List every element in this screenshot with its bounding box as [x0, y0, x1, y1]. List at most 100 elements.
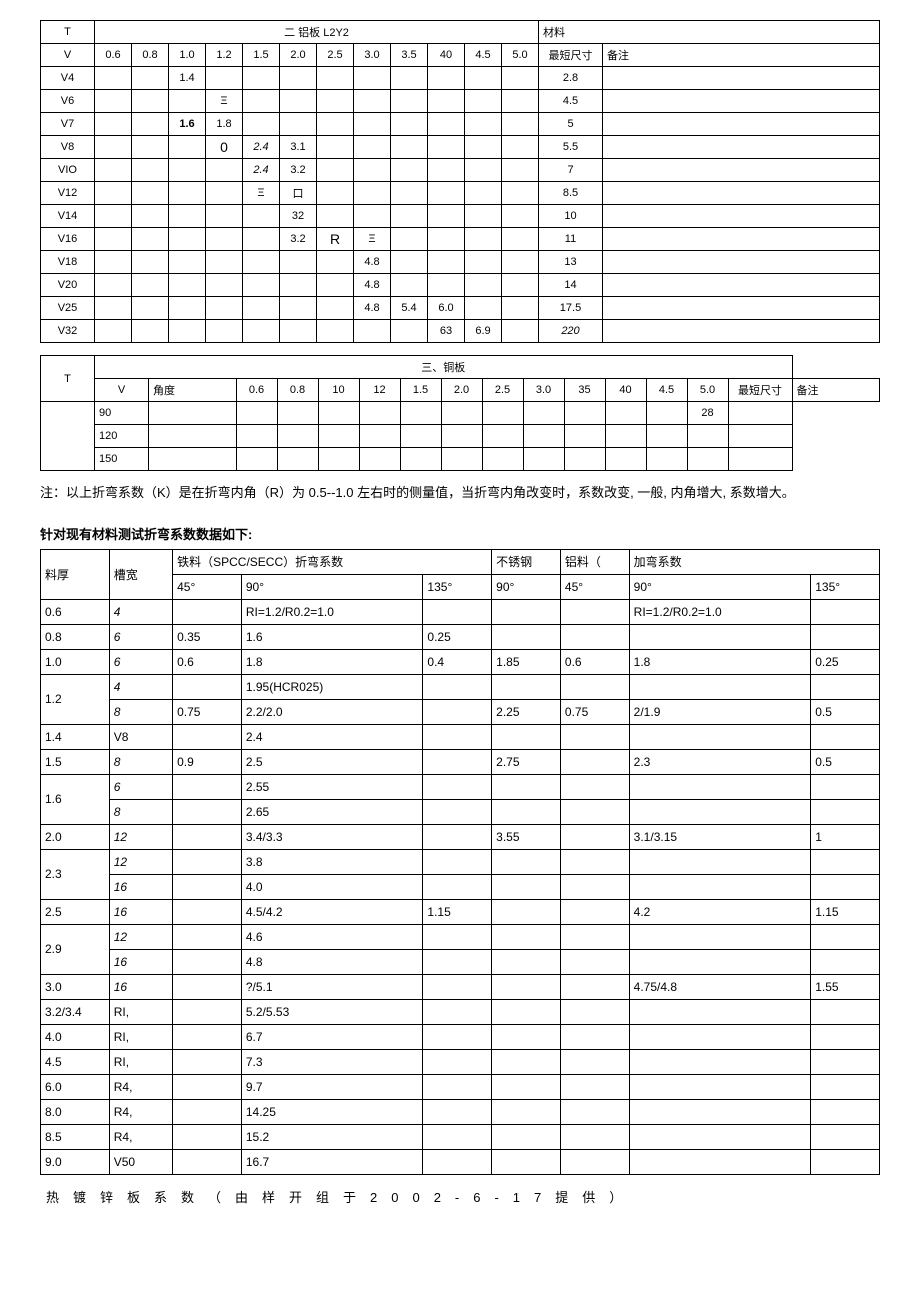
t3-cell: [560, 1099, 629, 1124]
t2-cell: [359, 448, 400, 471]
t2-cell: [482, 425, 523, 448]
t3-groove: RI,: [109, 999, 172, 1024]
t3-groove: RI,: [109, 1024, 172, 1049]
t3-cell: [629, 949, 811, 974]
t1-cell: [465, 274, 502, 297]
t3-cell: [629, 1024, 811, 1049]
t3-cell: 7.3: [241, 1049, 423, 1074]
t1-min: 5.5: [539, 136, 603, 159]
t1-cell: [428, 205, 465, 228]
t3-iron-hdr: 铁料（SPCC/SECC）折弯系数: [173, 549, 492, 574]
t1-col-hdr: 0.8: [132, 44, 169, 67]
t2-cell: [482, 448, 523, 471]
t2-bz: [728, 402, 792, 425]
t1-col-hdr: 2.0: [280, 44, 317, 67]
t3-cell: [492, 899, 561, 924]
t3-groove: R4,: [109, 1099, 172, 1124]
t1-bz-hdr: 备注: [603, 44, 880, 67]
t1-cell: 口: [280, 182, 317, 205]
t3-cell: [173, 724, 242, 749]
t3-cell: 2.3: [629, 749, 811, 774]
t1-cell: 0: [206, 136, 243, 159]
coefficient-table: 料厚 槽宽 铁料（SPCC/SECC）折弯系数 不锈钢 铝料（ 加弯系数 45°…: [40, 549, 880, 1175]
t1-cell: [132, 320, 169, 343]
t1-cell: [243, 228, 280, 251]
t2-min: [687, 425, 728, 448]
t1-row-label: V25: [41, 297, 95, 320]
t3-cell: [492, 949, 561, 974]
t2-cell: [646, 448, 687, 471]
footer-text: 热镀锌板系数（由样开组于2002-6-17提供）: [40, 1187, 880, 1206]
t3-cell: 0.75: [560, 699, 629, 724]
t3-cell: [560, 949, 629, 974]
t3-cell: 1.55: [811, 974, 880, 999]
t1-cell: [465, 90, 502, 113]
t2-col-hdr: 40: [605, 379, 646, 402]
t1-cell: [391, 182, 428, 205]
t1-row-label: V14: [41, 205, 95, 228]
t1-cell: [391, 274, 428, 297]
t1-col-hdr: 4.5: [465, 44, 502, 67]
t3-cell: [173, 799, 242, 824]
t2-angle: 150: [95, 448, 149, 471]
t3-cell: [629, 1074, 811, 1099]
t1-cell: [465, 228, 502, 251]
t3-cell: 2.2/2.0: [241, 699, 423, 724]
t1-cell: [169, 90, 206, 113]
t3-thickness: 8.0: [41, 1099, 110, 1124]
t1-cell: [206, 320, 243, 343]
t1-t-header: T: [41, 21, 95, 44]
t3-cell: 1.15: [811, 899, 880, 924]
t1-cell: [317, 274, 354, 297]
t3-cell: [423, 849, 492, 874]
t3-cell: [629, 924, 811, 949]
t3-cell: 14.25: [241, 1099, 423, 1124]
t3-thickness: 2.9: [41, 924, 110, 974]
t3-cell: [811, 799, 880, 824]
t1-cell: 2.4: [243, 136, 280, 159]
t3-groove: RI,: [109, 1049, 172, 1074]
t3-cell: [811, 1124, 880, 1149]
t3-cell: [173, 824, 242, 849]
t3-cell: [811, 849, 880, 874]
t1-cell: [206, 67, 243, 90]
t2-v: V: [95, 379, 149, 402]
t3-cell: [173, 1024, 242, 1049]
t3-thickness: 4.5: [41, 1049, 110, 1074]
t1-cell: [391, 90, 428, 113]
t1-cell: [243, 205, 280, 228]
t3-cell: 2.5: [241, 749, 423, 774]
t3-cell: 0.6: [560, 649, 629, 674]
t1-cell: [354, 90, 391, 113]
t3-groove: 6: [109, 774, 172, 799]
t1-min: 13: [539, 251, 603, 274]
t1-cell: [95, 159, 132, 182]
t2-cell: [359, 402, 400, 425]
t2-t: T: [41, 356, 95, 402]
t3-groove: V50: [109, 1149, 172, 1174]
t3-cell: [173, 849, 242, 874]
t1-cell: 1.8: [206, 113, 243, 136]
t1-title: 二 铝板 L2Y2: [95, 21, 539, 44]
t3-groove: R4,: [109, 1124, 172, 1149]
t3-cell: [811, 949, 880, 974]
t3-cell: [423, 749, 492, 774]
t3-cell: [423, 1024, 492, 1049]
t3-ss-hdr: 不锈钢: [492, 549, 561, 574]
t1-col-hdr: 0.6: [95, 44, 132, 67]
t2-cell: [236, 448, 277, 471]
t3-cell: [492, 799, 561, 824]
t1-cell: [206, 182, 243, 205]
t1-cell: [95, 274, 132, 297]
section-title: 针对现有材料测试折弯系数数据如下:: [40, 524, 880, 543]
t1-bz: [603, 320, 880, 343]
t1-cell: [280, 90, 317, 113]
t2-cell: [605, 402, 646, 425]
t1-cell: 4.8: [354, 297, 391, 320]
t3-thickness: 2.3: [41, 849, 110, 899]
t3-cell: [560, 774, 629, 799]
t1-cell: [502, 67, 539, 90]
t3-groove: 16: [109, 874, 172, 899]
t3-cell: 16.7: [241, 1149, 423, 1174]
t1-min: 5: [539, 113, 603, 136]
